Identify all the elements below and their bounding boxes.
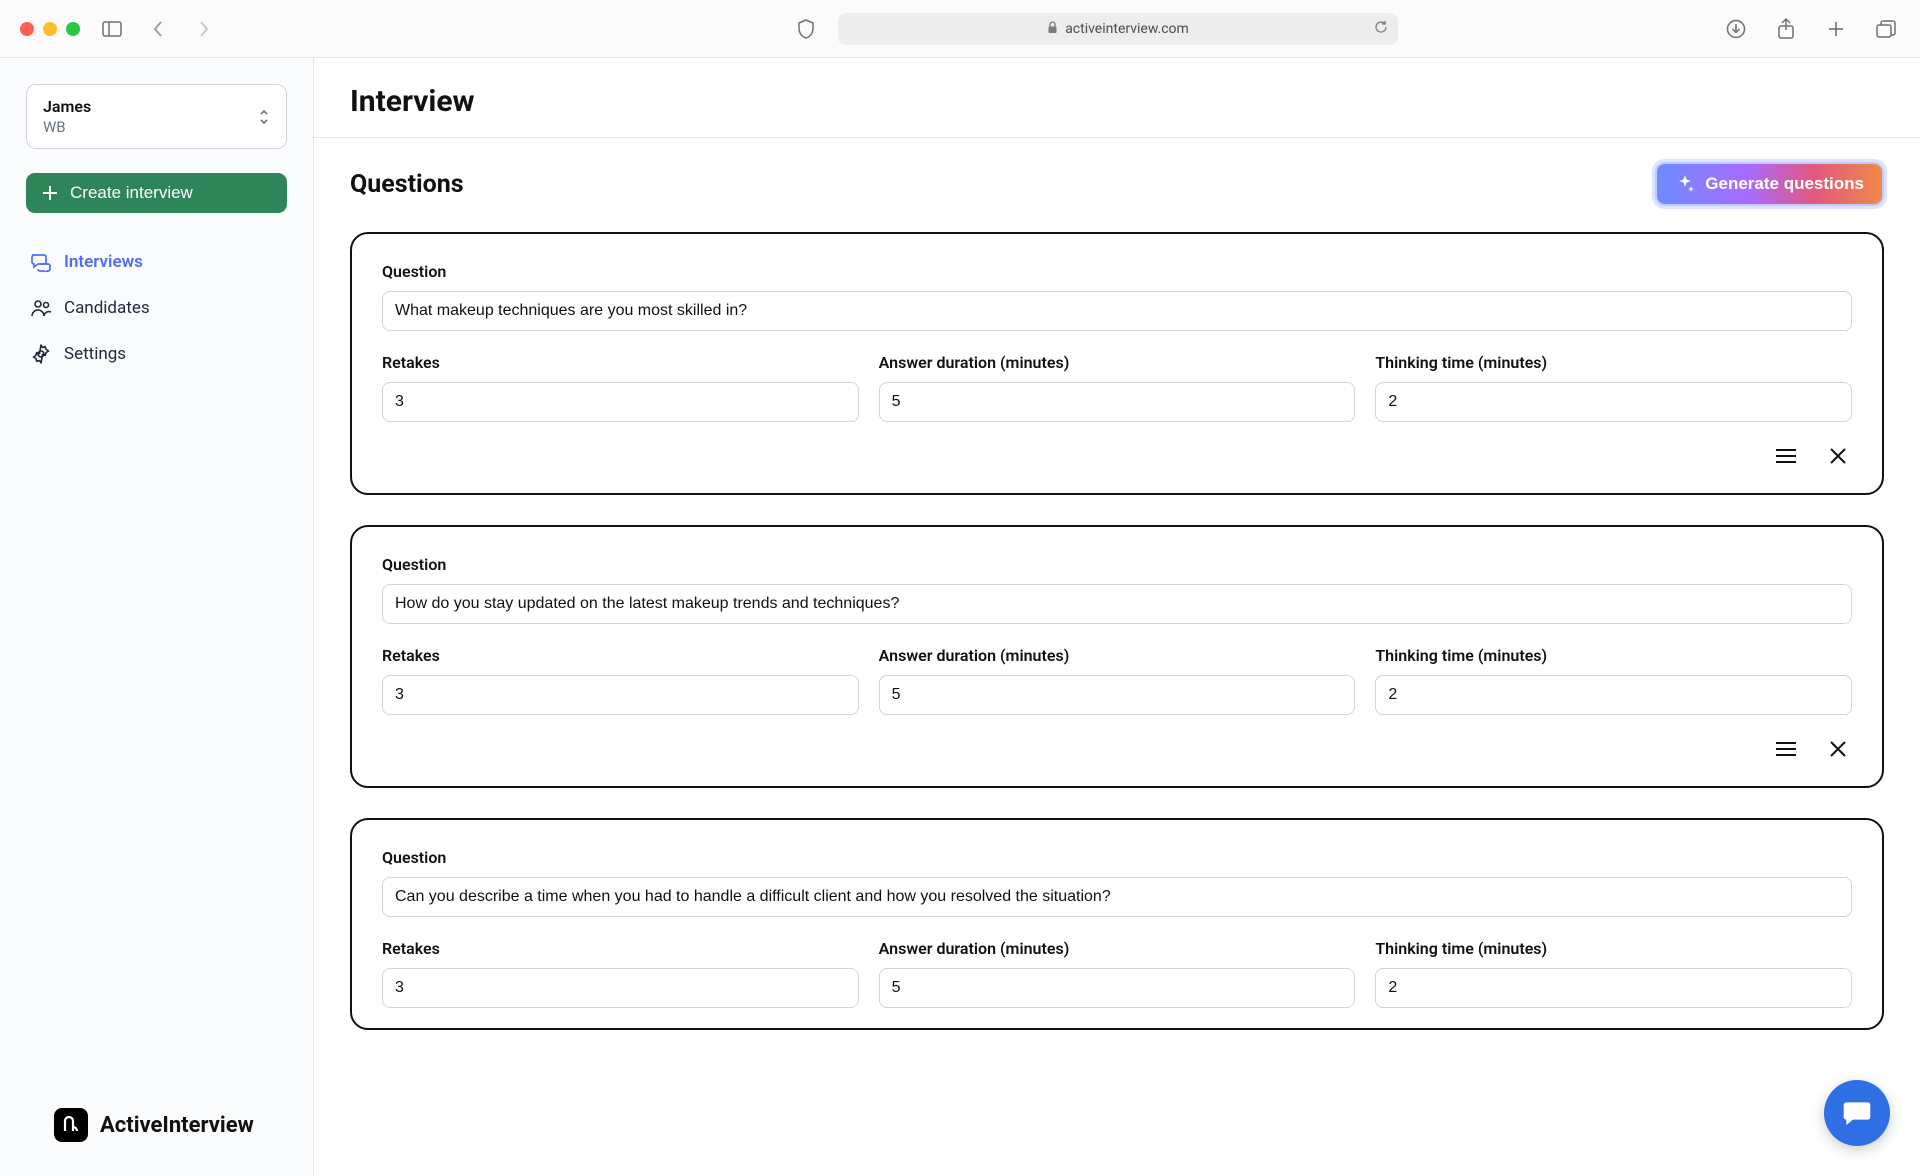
- answer-duration-input[interactable]: [879, 382, 1356, 422]
- nav-interviews[interactable]: Interviews: [26, 243, 287, 281]
- nav-settings[interactable]: Settings: [26, 335, 287, 373]
- chat-bubble-icon: [1841, 1097, 1873, 1129]
- sparkle-icon: [1675, 174, 1695, 194]
- account-switcher[interactable]: James WB: [26, 84, 287, 149]
- main-content: Interview Questions Generate questions Q…: [314, 58, 1920, 1176]
- question-text-input[interactable]: [382, 877, 1852, 917]
- nav-candidates[interactable]: Candidates: [26, 289, 287, 327]
- nav-settings-label: Settings: [64, 344, 126, 364]
- forward-button-icon[interactable]: [190, 15, 218, 43]
- brand-footer: ActiveInterview: [26, 1108, 287, 1150]
- question-card: Question Retakes Answer duration (minute…: [350, 232, 1884, 495]
- nav-candidates-label: Candidates: [64, 298, 150, 318]
- close-window-button[interactable]: [20, 22, 34, 36]
- chat-icon: [30, 251, 52, 273]
- question-text-input[interactable]: [382, 584, 1852, 624]
- answer-duration-label: Answer duration (minutes): [879, 353, 1356, 372]
- thinking-time-input[interactable]: [1375, 968, 1852, 1008]
- gear-icon: [30, 343, 52, 365]
- question-label: Question: [382, 555, 1852, 574]
- question-card: Question Retakes Answer duration (minute…: [350, 525, 1884, 788]
- chevron-updown-icon: [258, 109, 270, 125]
- thinking-time-label: Thinking time (minutes): [1375, 353, 1852, 372]
- browser-toolbar: activeinterview.com: [0, 0, 1920, 58]
- url-text: activeinterview.com: [1065, 21, 1189, 37]
- create-interview-button[interactable]: Create interview: [26, 173, 287, 213]
- generate-questions-button[interactable]: Generate questions: [1655, 162, 1884, 206]
- nav-interviews-label: Interviews: [64, 252, 143, 272]
- question-label: Question: [382, 848, 1852, 867]
- brand-logo-icon: [54, 1108, 88, 1142]
- downloads-icon[interactable]: [1722, 15, 1750, 43]
- back-button-icon[interactable]: [144, 15, 172, 43]
- maximize-window-button[interactable]: [66, 22, 80, 36]
- app-sidebar: James WB Create interview Interviews: [0, 58, 314, 1176]
- refresh-icon[interactable]: [1374, 20, 1388, 38]
- answer-duration-input[interactable]: [879, 968, 1356, 1008]
- thinking-time-input[interactable]: [1375, 382, 1852, 422]
- retakes-label: Retakes: [382, 646, 859, 665]
- section-title: Questions: [350, 170, 464, 199]
- generate-questions-label: Generate questions: [1705, 174, 1864, 194]
- question-text-input[interactable]: [382, 291, 1852, 331]
- sidebar-nav: Interviews Candidates Settings: [26, 243, 287, 373]
- people-icon: [30, 297, 52, 319]
- minimize-window-button[interactable]: [43, 22, 57, 36]
- lock-icon: [1047, 21, 1058, 37]
- address-bar[interactable]: activeinterview.com: [838, 13, 1398, 45]
- retakes-input[interactable]: [382, 382, 859, 422]
- page-title: Interview: [350, 84, 1884, 119]
- question-label: Question: [382, 262, 1852, 281]
- thinking-time-label: Thinking time (minutes): [1375, 646, 1852, 665]
- tabs-icon[interactable]: [1872, 15, 1900, 43]
- account-org: WB: [43, 118, 91, 136]
- plus-icon: [40, 183, 60, 203]
- delete-question-icon[interactable]: [1824, 735, 1852, 766]
- thinking-time-input[interactable]: [1375, 675, 1852, 715]
- sidebar-toggle-icon[interactable]: [98, 15, 126, 43]
- retakes-label: Retakes: [382, 939, 859, 958]
- create-interview-label: Create interview: [70, 183, 193, 203]
- delete-question-icon[interactable]: [1824, 442, 1852, 473]
- privacy-shield-icon[interactable]: [792, 15, 820, 43]
- thinking-time-label: Thinking time (minutes): [1375, 939, 1852, 958]
- retakes-input[interactable]: [382, 968, 859, 1008]
- answer-duration-label: Answer duration (minutes): [879, 646, 1356, 665]
- share-icon[interactable]: [1772, 15, 1800, 43]
- answer-duration-label: Answer duration (minutes): [879, 939, 1356, 958]
- reorder-handle-icon[interactable]: [1770, 442, 1802, 473]
- window-controls: [20, 22, 80, 36]
- question-card: Question Retakes Answer duration (minute…: [350, 818, 1884, 1030]
- retakes-label: Retakes: [382, 353, 859, 372]
- account-name: James: [43, 97, 91, 116]
- answer-duration-input[interactable]: [879, 675, 1356, 715]
- reorder-handle-icon[interactable]: [1770, 735, 1802, 766]
- questions-list: Question Retakes Answer duration (minute…: [314, 206, 1920, 1070]
- brand-name: ActiveInterview: [100, 1113, 254, 1138]
- chat-fab-button[interactable]: [1824, 1080, 1890, 1146]
- retakes-input[interactable]: [382, 675, 859, 715]
- new-tab-icon[interactable]: [1822, 15, 1850, 43]
